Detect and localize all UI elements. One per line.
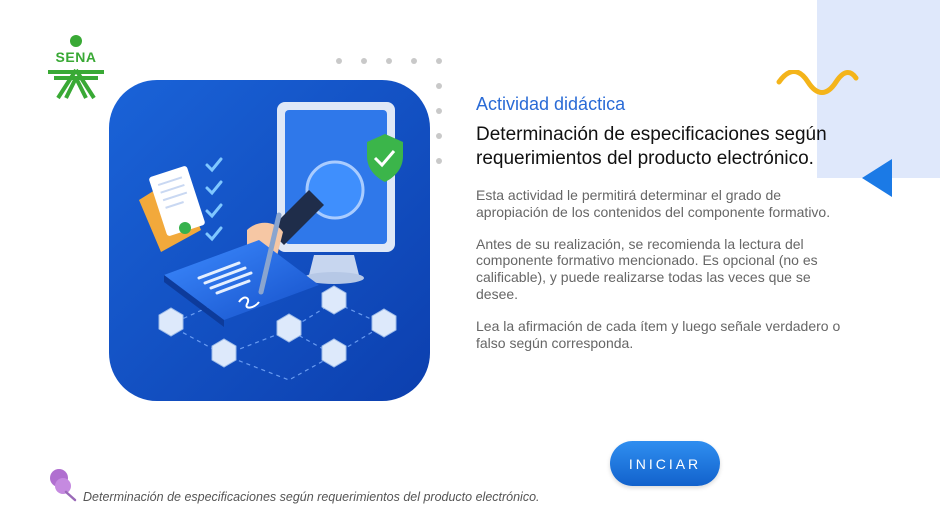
activity-description: Esta actividad le permitirá determinar e… [476, 187, 831, 220]
digital-signature-illustration [109, 80, 430, 401]
start-button[interactable]: INICIAR [610, 441, 720, 486]
sena-logo: SENA [40, 34, 112, 102]
activity-recommendation: Antes de su realización, se recomienda l… [476, 235, 818, 302]
activity-title: Determinación de especificaciones según … [476, 124, 827, 169]
footer-caption: Determinación de especificaciones según … [83, 490, 540, 504]
triangle-decoration [862, 159, 892, 197]
logo-text: SENA [55, 49, 97, 65]
pushpin-icon [50, 469, 77, 502]
activity-content: Actividad didáctica Determinación de esp… [476, 93, 841, 351]
activity-instructions: Lea la afirmación de cada ítem y luego s… [476, 317, 841, 351]
activity-kicker: Actividad didáctica [476, 94, 626, 114]
